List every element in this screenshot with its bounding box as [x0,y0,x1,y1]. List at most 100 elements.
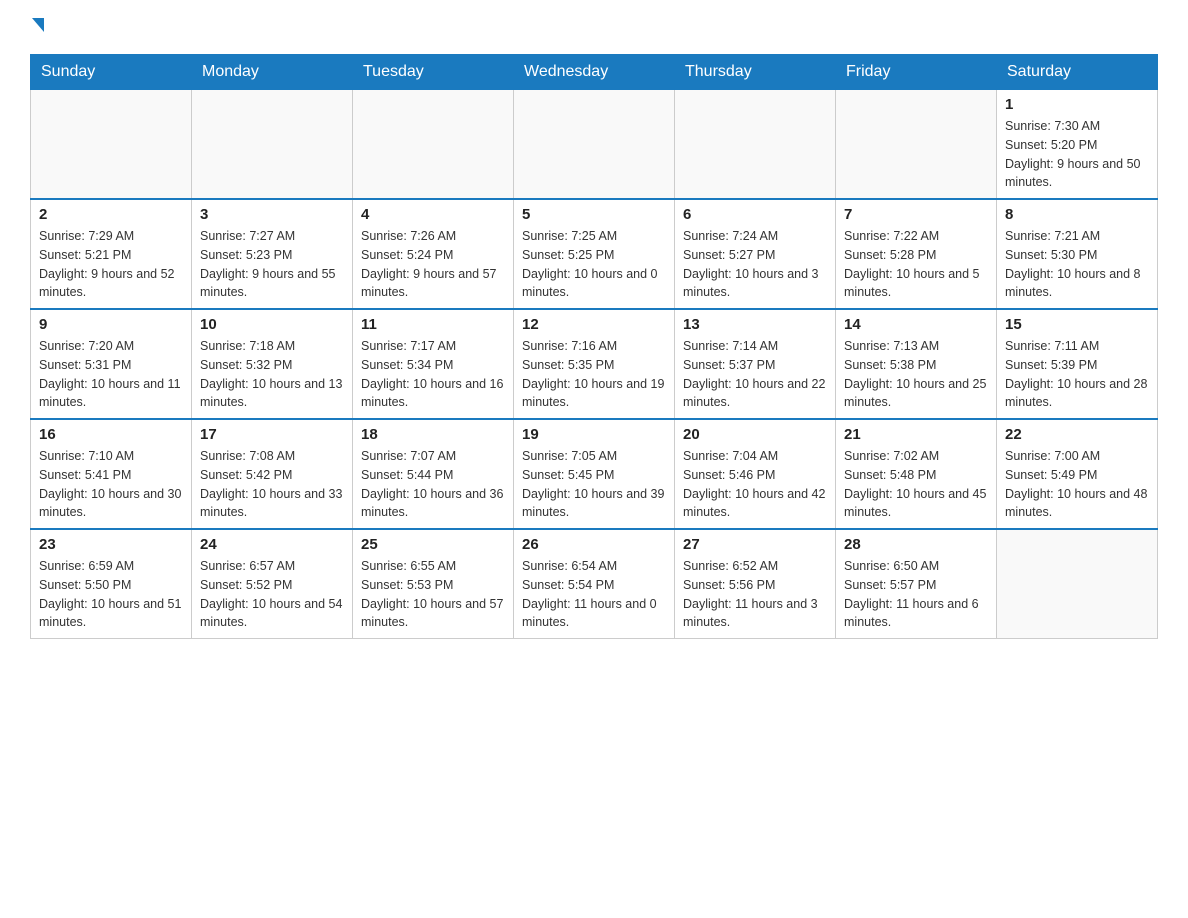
calendar-day-cell: 23Sunrise: 6:59 AMSunset: 5:50 PMDayligh… [31,529,192,639]
day-number: 25 [361,536,505,553]
day-info: Sunrise: 7:27 AMSunset: 5:23 PMDaylight:… [200,227,344,302]
logo [30,20,44,34]
day-info: Sunrise: 7:10 AMSunset: 5:41 PMDaylight:… [39,447,183,522]
day-number: 2 [39,206,183,223]
page-header [30,20,1158,34]
day-info: Sunrise: 7:08 AMSunset: 5:42 PMDaylight:… [200,447,344,522]
day-number: 15 [1005,316,1149,333]
calendar-week-row: 23Sunrise: 6:59 AMSunset: 5:50 PMDayligh… [31,529,1158,639]
calendar-day-cell [192,90,353,200]
day-info: Sunrise: 6:57 AMSunset: 5:52 PMDaylight:… [200,557,344,632]
calendar-day-cell [675,90,836,200]
day-number: 8 [1005,206,1149,223]
calendar-week-row: 2 Sunrise: 7:29 AMSunset: 5:21 PMDaylight… [31,199,1158,309]
calendar-day-cell: 15 Sunrise: 7:11 AMSunset: 5:39 PMDayligh… [997,309,1158,419]
calendar-day-cell: 22 Sunrise: 7:00 AMSunset: 5:49 PMDayligh… [997,419,1158,529]
calendar-day-cell: 7 Sunrise: 7:22 AMSunset: 5:28 PMDaylight… [836,199,997,309]
day-number: 22 [1005,426,1149,443]
calendar-day-cell: 2 Sunrise: 7:29 AMSunset: 5:21 PMDaylight… [31,199,192,309]
day-number: 21 [844,426,988,443]
day-number: 4 [361,206,505,223]
weekday-header-friday: Friday [836,55,997,90]
day-info: Sunrise: 7:29 AMSunset: 5:21 PMDaylight:… [39,227,183,302]
day-info: Sunrise: 7:30 AMSunset: 5:20 PMDaylight:… [1005,117,1149,192]
day-number: 17 [200,426,344,443]
day-info: Sunrise: 7:18 AMSunset: 5:32 PMDaylight:… [200,337,344,412]
calendar-day-cell: 26 Sunrise: 6:54 AMSunset: 5:54 PMDayligh… [514,529,675,639]
day-number: 9 [39,316,183,333]
calendar-day-cell: 1 Sunrise: 7:30 AMSunset: 5:20 PMDaylight… [997,90,1158,200]
day-info: Sunrise: 7:11 AMSunset: 5:39 PMDaylight:… [1005,337,1149,412]
calendar-day-cell [514,90,675,200]
calendar-day-cell: 9 Sunrise: 7:20 AMSunset: 5:31 PMDaylight… [31,309,192,419]
day-info: Sunrise: 7:05 AMSunset: 5:45 PMDaylight:… [522,447,666,522]
calendar-day-cell: 6 Sunrise: 7:24 AMSunset: 5:27 PMDaylight… [675,199,836,309]
calendar-day-cell [836,90,997,200]
day-number: 12 [522,316,666,333]
day-info: Sunrise: 7:00 AMSunset: 5:49 PMDaylight:… [1005,447,1149,522]
weekday-header-wednesday: Wednesday [514,55,675,90]
day-number: 6 [683,206,827,223]
weekday-header-thursday: Thursday [675,55,836,90]
day-info: Sunrise: 7:07 AMSunset: 5:44 PMDaylight:… [361,447,505,522]
day-number: 11 [361,316,505,333]
day-info: Sunrise: 7:22 AMSunset: 5:28 PMDaylight:… [844,227,988,302]
day-info: Sunrise: 6:52 AMSunset: 5:56 PMDaylight:… [683,557,827,632]
day-number: 18 [361,426,505,443]
day-info: Sunrise: 6:50 AMSunset: 5:57 PMDaylight:… [844,557,988,632]
day-number: 5 [522,206,666,223]
day-number: 1 [1005,96,1149,113]
weekday-header-sunday: Sunday [31,55,192,90]
day-number: 26 [522,536,666,553]
calendar-day-cell: 12 Sunrise: 7:16 AMSunset: 5:35 PMDayligh… [514,309,675,419]
day-number: 20 [683,426,827,443]
day-info: Sunrise: 6:54 AMSunset: 5:54 PMDaylight:… [522,557,666,632]
calendar-day-cell: 5 Sunrise: 7:25 AMSunset: 5:25 PMDaylight… [514,199,675,309]
calendar-day-cell: 27 Sunrise: 6:52 AMSunset: 5:56 PMDayligh… [675,529,836,639]
day-info: Sunrise: 7:14 AMSunset: 5:37 PMDaylight:… [683,337,827,412]
day-info: Sunrise: 7:13 AMSunset: 5:38 PMDaylight:… [844,337,988,412]
day-info: Sunrise: 7:25 AMSunset: 5:25 PMDaylight:… [522,227,666,302]
day-number: 23 [39,536,183,553]
day-number: 19 [522,426,666,443]
day-info: Sunrise: 6:55 AMSunset: 5:53 PMDaylight:… [361,557,505,632]
calendar-day-cell: 24 Sunrise: 6:57 AMSunset: 5:52 PMDayligh… [192,529,353,639]
day-number: 13 [683,316,827,333]
calendar-day-cell: 11 Sunrise: 7:17 AMSunset: 5:34 PMDayligh… [353,309,514,419]
calendar-week-row: 9 Sunrise: 7:20 AMSunset: 5:31 PMDaylight… [31,309,1158,419]
calendar-day-cell [997,529,1158,639]
day-info: Sunrise: 7:17 AMSunset: 5:34 PMDaylight:… [361,337,505,412]
calendar-day-cell: 14 Sunrise: 7:13 AMSunset: 5:38 PMDayligh… [836,309,997,419]
day-info: Sunrise: 7:24 AMSunset: 5:27 PMDaylight:… [683,227,827,302]
calendar-day-cell [353,90,514,200]
calendar-week-row: 16Sunrise: 7:10 AMSunset: 5:41 PMDayligh… [31,419,1158,529]
day-number: 3 [200,206,344,223]
day-number: 24 [200,536,344,553]
weekday-header-tuesday: Tuesday [353,55,514,90]
calendar-day-cell: 20 Sunrise: 7:04 AMSunset: 5:46 PMDayligh… [675,419,836,529]
day-number: 14 [844,316,988,333]
calendar-week-row: 1 Sunrise: 7:30 AMSunset: 5:20 PMDaylight… [31,90,1158,200]
weekday-header-row: SundayMondayTuesdayWednesdayThursdayFrid… [31,55,1158,90]
calendar-day-cell: 13 Sunrise: 7:14 AMSunset: 5:37 PMDayligh… [675,309,836,419]
day-number: 10 [200,316,344,333]
day-number: 7 [844,206,988,223]
day-info: Sunrise: 7:16 AMSunset: 5:35 PMDaylight:… [522,337,666,412]
logo-arrow-icon [32,18,44,32]
day-number: 27 [683,536,827,553]
calendar-day-cell [31,90,192,200]
day-info: Sunrise: 7:20 AMSunset: 5:31 PMDaylight:… [39,337,183,412]
day-info: Sunrise: 7:04 AMSunset: 5:46 PMDaylight:… [683,447,827,522]
day-info: Sunrise: 7:21 AMSunset: 5:30 PMDaylight:… [1005,227,1149,302]
calendar-day-cell: 19 Sunrise: 7:05 AMSunset: 5:45 PMDayligh… [514,419,675,529]
calendar-day-cell: 28 Sunrise: 6:50 AMSunset: 5:57 PMDayligh… [836,529,997,639]
calendar-day-cell: 17 Sunrise: 7:08 AMSunset: 5:42 PMDayligh… [192,419,353,529]
calendar-day-cell: 4Sunrise: 7:26 AMSunset: 5:24 PMDaylight… [353,199,514,309]
day-number: 28 [844,536,988,553]
calendar-day-cell: 25 Sunrise: 6:55 AMSunset: 5:53 PMDayligh… [353,529,514,639]
calendar-day-cell: 18 Sunrise: 7:07 AMSunset: 5:44 PMDayligh… [353,419,514,529]
calendar-day-cell: 16Sunrise: 7:10 AMSunset: 5:41 PMDayligh… [31,419,192,529]
calendar-day-cell: 8 Sunrise: 7:21 AMSunset: 5:30 PMDaylight… [997,199,1158,309]
calendar-day-cell: 21Sunrise: 7:02 AMSunset: 5:48 PMDayligh… [836,419,997,529]
calendar-day-cell: 10 Sunrise: 7:18 AMSunset: 5:32 PMDayligh… [192,309,353,419]
